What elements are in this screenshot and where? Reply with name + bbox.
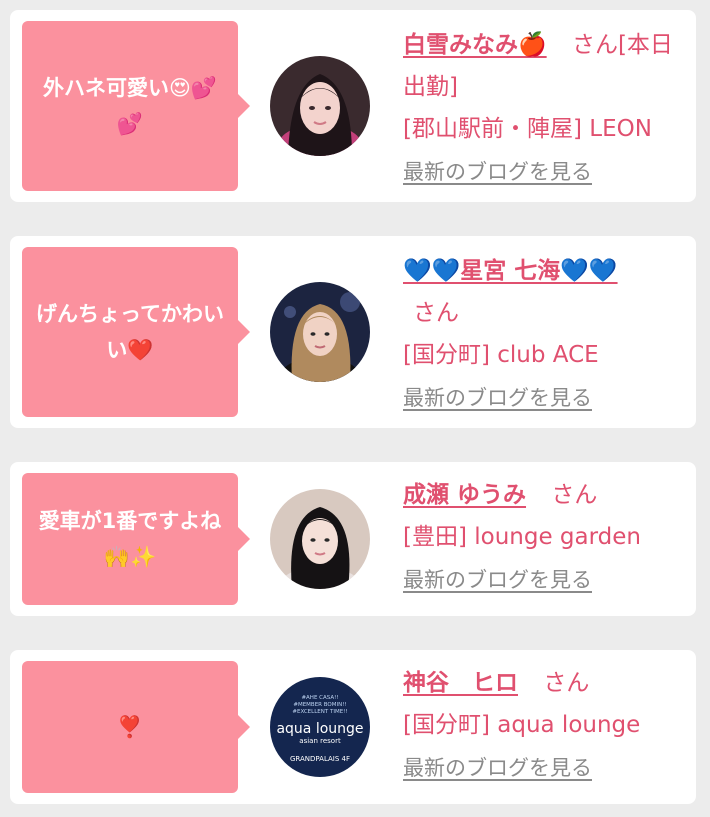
name-line: 💙💙星宮 七海💙💙 さん — [403, 250, 691, 334]
cast-card: ❣️ #AHE CASA!! #MEMBER BOMIN!! #EXCELLEN… — [10, 650, 696, 804]
avatar-photo — [270, 489, 370, 589]
cast-name-link[interactable]: 成瀬 ゆうみ — [403, 482, 526, 508]
honorific: さん — [551, 482, 598, 508]
aqua-lounge-logo: #AHE CASA!! #MEMBER BOMIN!! #EXCELLENT T… — [270, 677, 370, 777]
comment-bubble: 外ハネ可愛い😍💕💕 — [22, 21, 250, 191]
comment-bubble: 愛車が1番ですよね🙌✨ — [22, 473, 250, 605]
cast-avatar[interactable] — [270, 489, 370, 589]
cast-info: 成瀬 ゆうみ さん [豊田] lounge garden 最新のブログを見る — [403, 474, 691, 596]
avatar-photo — [270, 282, 370, 382]
shop-name: [国分町] club ACE — [403, 342, 599, 368]
cast-comment-list: 外ハネ可愛い😍💕💕 白雪みなみ🍎 さん[本日出勤] [郡山駅前・陣屋] LEON… — [0, 0, 710, 817]
svg-text:asian resort: asian resort — [299, 737, 341, 745]
comment-text: 外ハネ可愛い😍💕💕 — [42, 76, 218, 136]
latest-blog-link[interactable]: 最新のブログを見る — [403, 156, 592, 188]
comment-text: 愛車が1番ですよね🙌✨ — [38, 509, 222, 569]
comment-text: げんちょってかわいい❤️ — [36, 302, 224, 362]
cast-info: 💙💙星宮 七海💙💙 さん [国分町] club ACE 最新のブログを見る — [403, 250, 691, 414]
latest-blog-link[interactable]: 最新のブログを見る — [403, 382, 592, 414]
svg-text:#MEMBER BOMIN!!: #MEMBER BOMIN!! — [293, 702, 346, 708]
cast-name-link[interactable]: 💙💙星宮 七海💙💙 — [403, 258, 618, 284]
name-line: 白雪みなみ🍎 さん[本日出勤] — [403, 24, 691, 108]
cast-info: 神谷 ヒロ さん [国分町] aqua lounge 最新のブログを見る — [403, 662, 691, 784]
cast-card: 愛車が1番ですよね🙌✨ 成瀬 ゆうみ さん [豊田] lounge garden… — [10, 462, 696, 616]
svg-text:GRANDPALAIS 4F: GRANDPALAIS 4F — [290, 755, 350, 763]
svg-text:#AHE CASA!!: #AHE CASA!! — [301, 695, 338, 701]
shop-name: [国分町] aqua lounge — [403, 712, 641, 738]
shop-name: [豊田] lounge garden — [403, 524, 642, 550]
comment-text: ❣️ — [116, 715, 144, 739]
name-line: 神谷 ヒロ さん — [403, 662, 691, 704]
latest-blog-link[interactable]: 最新のブログを見る — [403, 564, 592, 596]
cast-name-link[interactable]: 白雪みなみ🍎 — [403, 32, 547, 58]
cast-name-link[interactable]: 神谷 ヒロ — [403, 670, 518, 696]
avatar-photo — [270, 56, 370, 156]
shop-name: [郡山駅前・陣屋] LEON — [403, 116, 652, 142]
comment-bubble: げんちょってかわいい❤️ — [22, 247, 250, 417]
cast-card: 外ハネ可愛い😍💕💕 白雪みなみ🍎 さん[本日出勤] [郡山駅前・陣屋] LEON… — [10, 10, 696, 202]
name-line: 成瀬 ゆうみ さん — [403, 474, 691, 516]
svg-text:aqua lounge: aqua lounge — [276, 721, 363, 737]
comment-bubble: ❣️ — [22, 661, 250, 793]
honorific: さん — [413, 300, 459, 326]
cast-avatar[interactable] — [270, 282, 370, 382]
latest-blog-link[interactable]: 最新のブログを見る — [403, 752, 592, 784]
cast-avatar[interactable] — [270, 56, 370, 156]
cast-card: げんちょってかわいい❤️ 💙💙星宮 七海💙💙 さん [国分町] club ACE… — [10, 236, 696, 428]
honorific: さん — [543, 670, 590, 696]
svg-text:#EXCELLENT TIME!!: #EXCELLENT TIME!! — [292, 709, 347, 715]
cast-avatar[interactable]: #AHE CASA!! #MEMBER BOMIN!! #EXCELLENT T… — [270, 677, 370, 777]
cast-info: 白雪みなみ🍎 さん[本日出勤] [郡山駅前・陣屋] LEON 最新のブログを見る — [403, 24, 691, 188]
